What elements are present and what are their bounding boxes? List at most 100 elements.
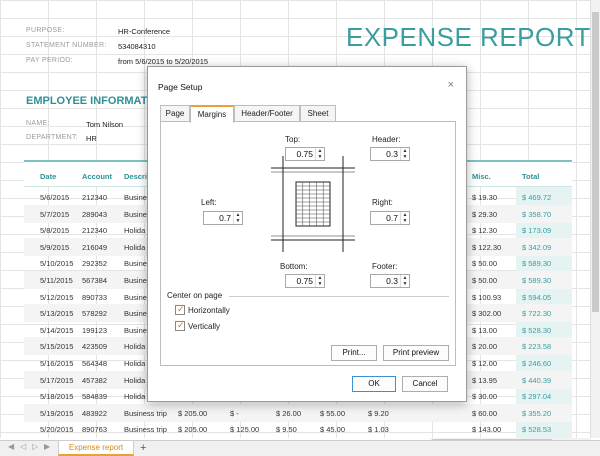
table-cell[interactable]: $ 528.53 [522,425,551,434]
table-cell[interactable]: 5/10/2015 [40,259,73,268]
table-cell[interactable]: $ 246.60 [522,359,551,368]
table-cell[interactable]: 212340 [82,193,107,202]
table-cell[interactable]: $ 205.00 [178,425,207,434]
table-cell[interactable]: Busine [124,309,147,318]
table-cell[interactable]: $ 440.39 [522,376,551,385]
vertical-scrollbar[interactable] [590,0,600,438]
table-cell[interactable]: 890763 [82,425,107,434]
table-cell[interactable]: $ 1.03 [368,425,389,434]
tab-header-footer[interactable]: Header/Footer [234,105,300,122]
table-cell[interactable]: Holida [124,226,145,235]
table-cell[interactable]: $ 29.30 [472,210,497,219]
table-cell[interactable]: $ 355.20 [522,409,551,418]
table-cell[interactable]: Busine [124,276,147,285]
table-cell[interactable]: 890733 [82,293,107,302]
bottom-margin-spinner[interactable]: ▲▼ [285,274,325,288]
table-cell[interactable]: 423509 [82,342,107,351]
table-cell[interactable]: $ 297.04 [522,392,551,401]
column-header-description[interactable]: Descri [124,172,147,181]
table-cell[interactable]: 5/17/2015 [40,376,73,385]
table-cell[interactable]: 457382 [82,376,107,385]
table-cell[interactable]: 289043 [82,210,107,219]
table-cell[interactable]: $ 60.00 [472,409,497,418]
table-cell[interactable]: $ 55.00 [320,409,345,418]
table-cell[interactable]: 564348 [82,359,107,368]
table-cell[interactable]: 292352 [82,259,107,268]
header-margin-input[interactable] [371,148,401,160]
table-cell[interactable]: $ 19.30 [472,193,497,202]
bottom-margin-down-icon[interactable]: ▼ [316,281,324,287]
table-cell[interactable]: $ 30.00 [472,392,497,401]
horizontally-checkbox[interactable]: ✓ [175,304,185,315]
table-cell[interactable]: $ 13.95 [472,376,497,385]
table-cell[interactable]: Business trip [124,425,167,434]
table-cell[interactable]: $ 302.00 [472,309,501,318]
table-cell[interactable]: 5/19/2015 [40,409,73,418]
table-cell[interactable]: $ 469.72 [522,193,551,202]
table-cell[interactable]: $ 722.30 [522,309,551,318]
left-margin-spinner[interactable]: ▲▼ [203,211,243,225]
table-cell[interactable]: $ 143.00 [472,425,501,434]
table-cell[interactable]: 5/9/2015 [40,243,69,252]
table-cell[interactable]: Holida [124,359,145,368]
table-cell[interactable]: 212340 [82,226,107,235]
vertical-scroll-thumb[interactable] [592,12,599,312]
tab-margins[interactable]: Margins [190,105,234,123]
right-margin-spinner[interactable]: ▲▼ [370,211,410,225]
table-cell[interactable]: 5/6/2015 [40,193,69,202]
table-cell[interactable]: 5/7/2015 [40,210,69,219]
last-sheet-arrow-icon[interactable]: ▶ [44,442,50,451]
vertically-checkbox[interactable]: ✓ [175,320,185,331]
horizontally-label[interactable]: Horizontally [188,306,230,315]
tab-page[interactable]: Page [160,105,190,122]
cancel-button[interactable]: Cancel [402,376,448,392]
table-cell[interactable]: 5/13/2015 [40,309,73,318]
ok-button[interactable]: OK [352,376,396,392]
table-cell[interactable]: $ 12.30 [472,226,497,235]
table-cell[interactable]: $ 50.00 [472,259,497,268]
table-row[interactable]: 5/20/2015 890763 Business trip $ 205.00 $ 12… [24,420,572,438]
footer-margin-input[interactable] [371,275,401,287]
table-cell[interactable]: $ 9.20 [368,409,389,418]
table-cell[interactable]: Busine [124,293,147,302]
table-cell[interactable]: $ 9.50 [276,425,297,434]
right-margin-input[interactable] [371,212,401,224]
column-header-date[interactable]: Date [40,172,56,181]
table-cell[interactable]: $ 12.00 [472,359,497,368]
table-cell[interactable]: $ 122.30 [472,243,501,252]
table-cell[interactable]: $ 358.70 [522,210,551,219]
table-cell[interactable]: $ 26.00 [276,409,301,418]
right-margin-down-icon[interactable]: ▼ [401,218,409,224]
table-cell[interactable]: 567384 [82,276,107,285]
table-cell[interactable]: 5/8/2015 [40,226,69,235]
header-margin-down-icon[interactable]: ▼ [401,154,409,160]
table-cell[interactable]: $ 13.00 [472,326,497,335]
table-cell[interactable]: 5/20/2015 [40,425,73,434]
table-cell[interactable]: Busine [124,259,147,268]
footer-margin-spinner[interactable]: ▲▼ [370,274,410,288]
vertically-label[interactable]: Vertically [188,322,220,331]
table-cell[interactable]: 5/16/2015 [40,359,73,368]
table-cell[interactable]: Holida [124,243,145,252]
table-cell[interactable]: $ 173.09 [522,226,551,235]
left-margin-input[interactable] [204,212,234,224]
table-cell[interactable]: Busine [124,210,147,219]
table-cell[interactable]: Busine [124,193,147,202]
table-cell[interactable]: Holida [124,376,145,385]
table-cell[interactable]: 5/14/2015 [40,326,73,335]
table-cell[interactable]: Busine [124,326,147,335]
table-cell[interactable]: 5/18/2015 [40,392,73,401]
table-cell[interactable]: Holida [124,342,145,351]
prev-sheet-arrow-icon[interactable]: ◁ [20,442,26,451]
left-margin-down-icon[interactable]: ▼ [234,218,242,224]
table-cell[interactable]: 5/11/2015 [40,276,73,285]
table-cell[interactable]: $ 594.05 [522,293,551,302]
table-cell[interactable]: $ 528.30 [522,326,551,335]
bottom-margin-input[interactable] [286,275,316,287]
table-cell[interactable]: $ - [230,409,239,418]
tab-sheet[interactable]: Sheet [300,105,336,122]
table-cell[interactable]: $ 342.09 [522,243,551,252]
column-header-total[interactable]: Total [522,172,539,181]
table-cell[interactable]: $ 50.00 [472,276,497,285]
table-cell[interactable]: 199123 [82,326,107,335]
